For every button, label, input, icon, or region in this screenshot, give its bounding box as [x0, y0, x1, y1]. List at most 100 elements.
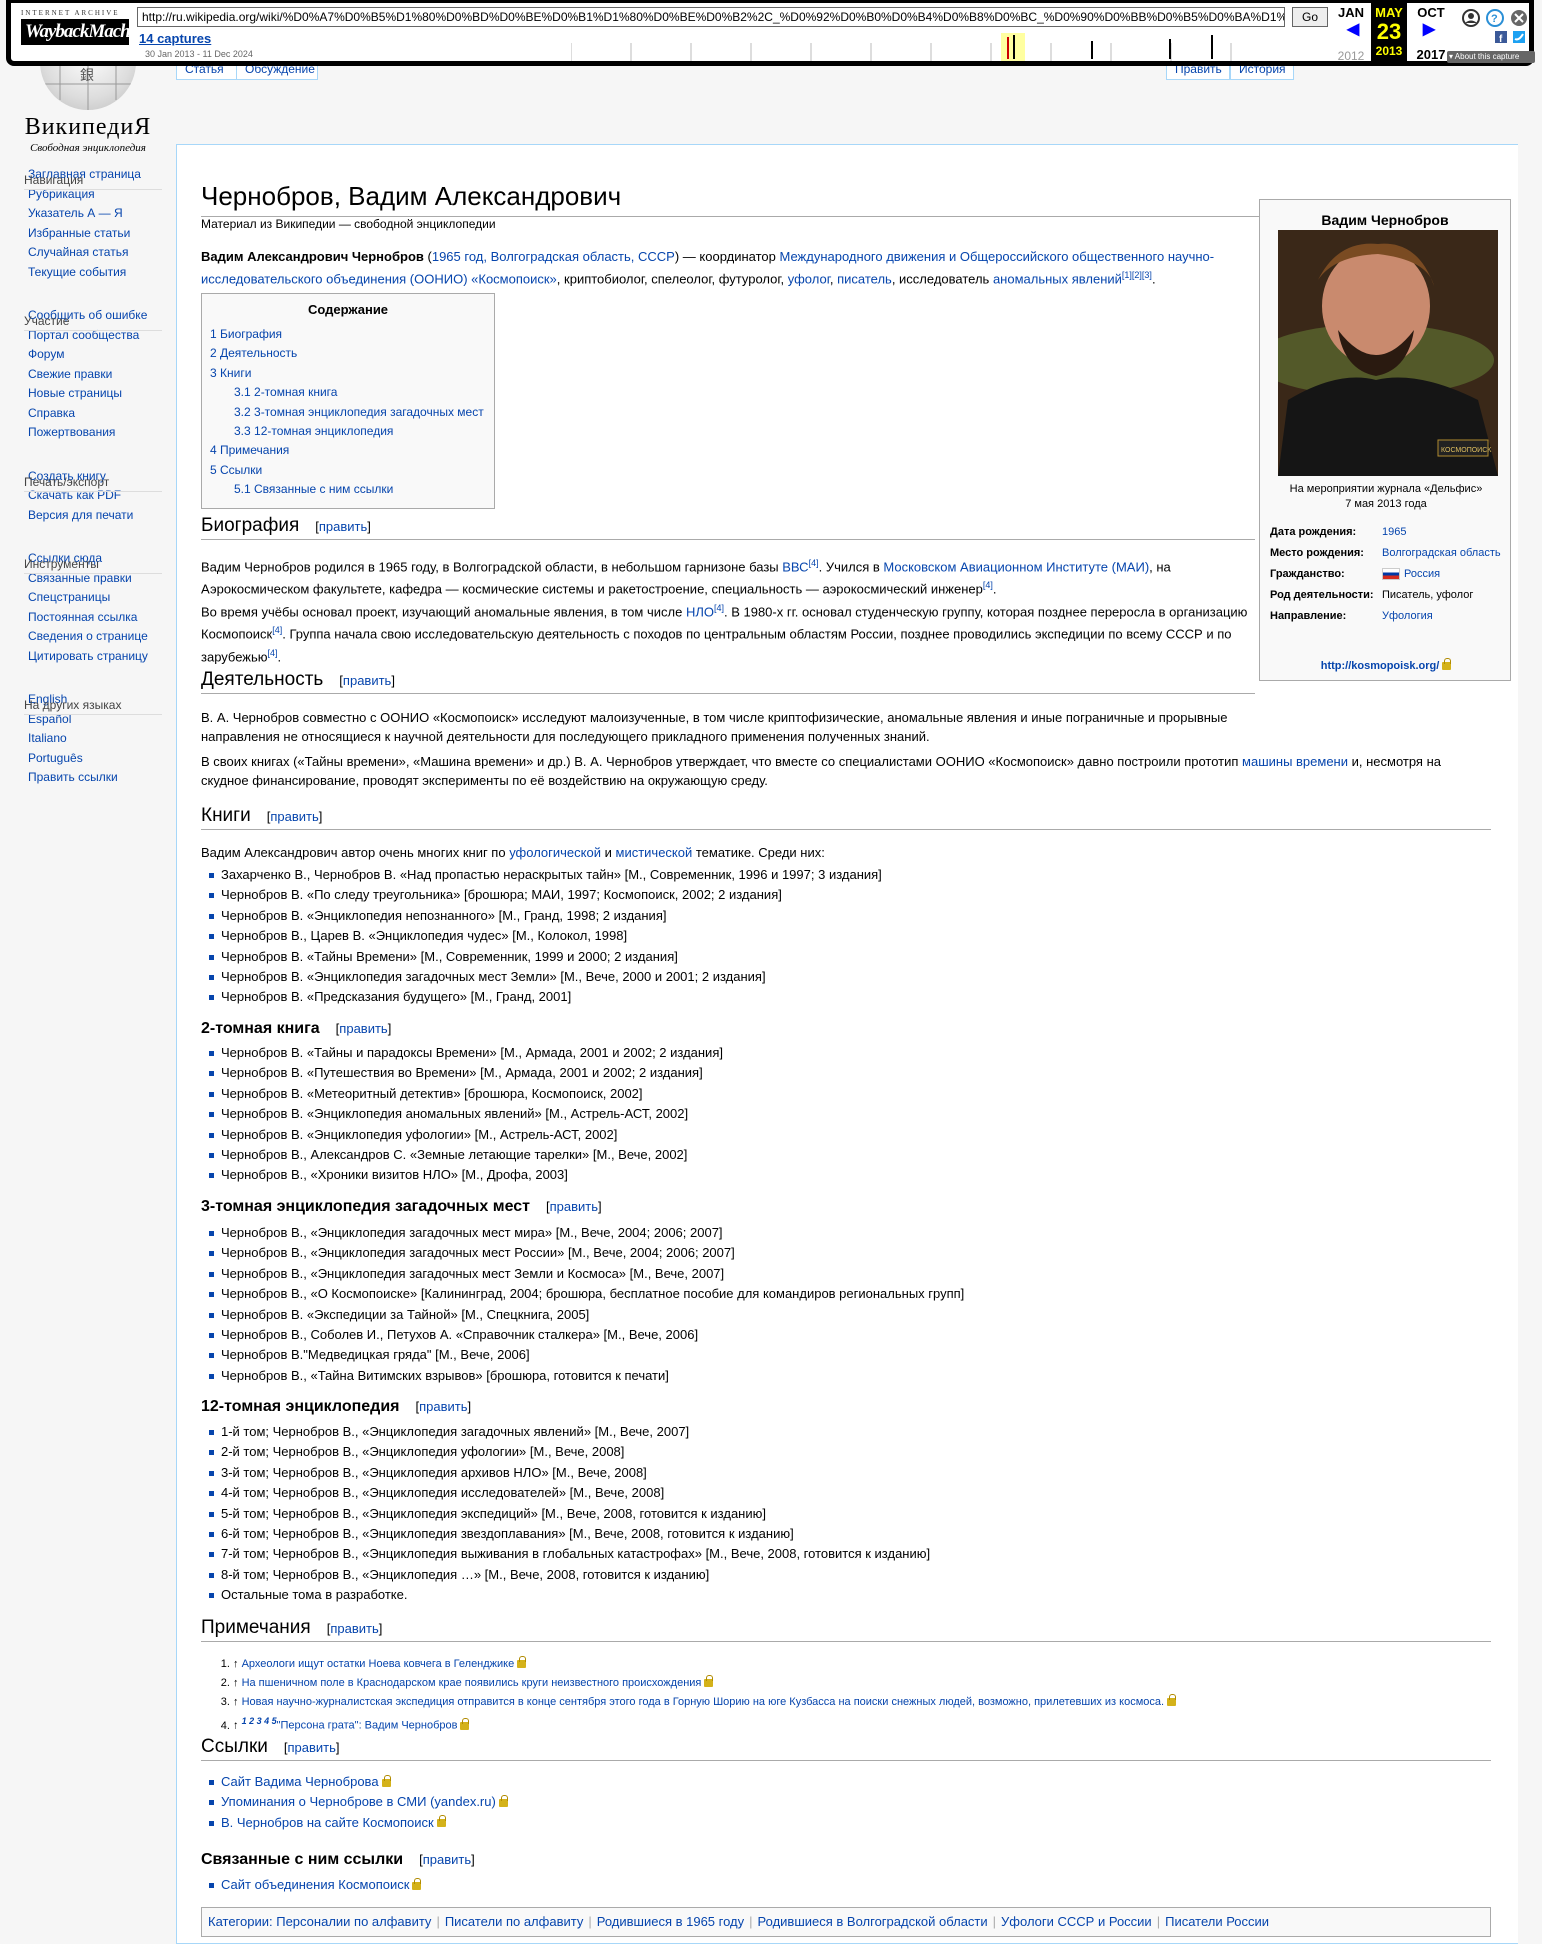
link-1965[interactable]: 1965 год: [432, 249, 484, 264]
sidebar-item[interactable]: Цитировать страницу: [28, 647, 176, 667]
link-time-machine[interactable]: машины времени: [1242, 754, 1348, 769]
ref-backlinks[interactable]: 1 2 3 4 5: [242, 1716, 277, 1726]
sidebar-item[interactable]: Сведения о странице: [28, 627, 176, 647]
wayback-captures-link[interactable]: 14 captures: [139, 31, 211, 46]
wayback-next-arrow-icon[interactable]: ▶: [1409, 19, 1449, 39]
sidebar-item[interactable]: Справка: [28, 404, 176, 424]
external-link[interactable]: Сайт объединения Космопоиск: [221, 1877, 409, 1892]
link-writer[interactable]: писатель: [837, 271, 892, 286]
ref-back-arrow[interactable]: ↑: [233, 1720, 242, 1732]
edit-link-2vol[interactable]: править: [339, 1021, 387, 1036]
wayback-prev-year[interactable]: 2012: [1331, 49, 1371, 63]
categories-label[interactable]: Категории:: [208, 1914, 273, 1929]
edit-link-biography[interactable]: править: [319, 519, 367, 534]
sidebar-item[interactable]: Новые страницы: [28, 384, 176, 404]
external-link[interactable]: В. Чернобров на сайте Космопоиск: [221, 1815, 434, 1830]
sidebar-item[interactable]: Italiano: [28, 729, 176, 749]
wayback-next-month[interactable]: OCT: [1411, 5, 1451, 20]
category-link[interactable]: Писатели России: [1165, 1914, 1269, 1929]
link-nlo[interactable]: НЛО: [686, 604, 714, 619]
sidebar-item[interactable]: Спецстраницы: [28, 588, 176, 608]
wayback-next-year[interactable]: 2017: [1411, 47, 1451, 62]
reference-link[interactable]: На пшеничном поле в Краснодарском крае п…: [242, 1677, 702, 1689]
infobox-value[interactable]: 1965: [1382, 526, 1406, 538]
toc-item[interactable]: 5 Ссылки: [210, 461, 486, 480]
sidebar-item[interactable]: Текущие события: [28, 263, 176, 283]
lead-refs[interactable]: [1][2][3]: [1122, 270, 1152, 280]
edit-link-links[interactable]: править: [288, 1740, 336, 1755]
category-link[interactable]: Персоналии по алфавиту: [276, 1914, 431, 1929]
category-link[interactable]: Родившиеся в Волгоградской области: [758, 1914, 988, 1929]
sidebar-item[interactable]: Версия для печати: [28, 506, 176, 526]
edit-link-notes[interactable]: править: [330, 1621, 378, 1636]
toc-item[interactable]: 1 Биография: [210, 325, 486, 344]
sidebar-item[interactable]: Править ссылки: [28, 768, 176, 788]
infobox-value[interactable]: Волгоградская область: [1382, 547, 1501, 559]
wayback-brand-top: INTERNET ARCHIVE: [21, 9, 120, 17]
toc-item[interactable]: 5.1 Связанные с ним ссылки: [210, 480, 486, 499]
link-anomalous[interactable]: аномальных явлений: [993, 271, 1122, 286]
infobox-value[interactable]: Уфология: [1382, 610, 1433, 622]
sidebar-item[interactable]: Избранные статьи: [28, 224, 176, 244]
edit-link-related[interactable]: править: [423, 1852, 471, 1867]
toc-item[interactable]: 3.3 12-томная энциклопедия: [210, 422, 486, 441]
ref-4[interactable]: [4]: [272, 625, 282, 635]
ref-back-arrow[interactable]: ↑: [233, 1658, 242, 1670]
link-mystical[interactable]: мистической: [616, 845, 693, 860]
sidebar-item[interactable]: Свежие правки: [28, 365, 176, 385]
toc-item[interactable]: 2 Деятельность: [210, 344, 486, 363]
toc-item[interactable]: 3.1 2-томная книга: [210, 383, 486, 402]
edit-link-activity[interactable]: править: [343, 673, 391, 688]
ref-4[interactable]: [4]: [809, 558, 819, 568]
edit-link-3vol[interactable]: править: [550, 1199, 598, 1214]
facebook-icon[interactable]: f: [1495, 31, 1507, 45]
external-link[interactable]: Сайт Вадима Черноброва: [221, 1774, 379, 1789]
wayback-prev-month[interactable]: JAN: [1331, 5, 1371, 20]
toc-item[interactable]: 4 Примечания: [210, 441, 486, 460]
category-link[interactable]: Родившиеся в 1965 году: [597, 1914, 744, 1929]
sidebar-item[interactable]: Постоянная ссылка: [28, 608, 176, 628]
user-icon[interactable]: [1462, 9, 1480, 27]
edit-link-books[interactable]: править: [270, 809, 318, 824]
link-vvs[interactable]: ВВС: [782, 559, 808, 574]
wayback-logo[interactable]: INTERNET ARCHIVE WaybackMachine: [21, 9, 152, 55]
category-link[interactable]: Писатели по алфавиту: [445, 1914, 584, 1929]
books-intro: Вадим Александрович автор очень многих к…: [201, 843, 1255, 862]
link-ussr[interactable]: СССР: [638, 249, 675, 264]
infobox-value[interactable]: Россия: [1404, 568, 1440, 580]
sidebar-item[interactable]: Форум: [28, 345, 176, 365]
sidebar-item[interactable]: Português: [28, 749, 176, 769]
ref-4[interactable]: [4]: [983, 580, 993, 590]
category-link[interactable]: Уфологи СССР и России: [1001, 1914, 1152, 1929]
ref-4[interactable]: [4]: [714, 603, 724, 613]
ref-back-arrow[interactable]: ↑: [233, 1677, 242, 1689]
sidebar-item[interactable]: Пожертвования: [28, 423, 176, 443]
sidebar-item[interactable]: Указатель А — Я: [28, 204, 176, 224]
infobox-url-link[interactable]: http://kosmopoisk.org/: [1321, 660, 1440, 672]
ref-back-arrow[interactable]: ↑: [233, 1696, 242, 1708]
ref-4[interactable]: [4]: [268, 648, 278, 658]
sidebar-portal: Участие Сообщить об ошибке Портал сообщест…: [24, 306, 176, 443]
link-ufological[interactable]: уфологической: [509, 845, 601, 860]
link-ufolog[interactable]: уфолог: [788, 271, 830, 286]
link-volgograd[interactable]: Волгоградская область: [491, 249, 631, 264]
wayback-prev-arrow-icon[interactable]: ◀: [1333, 19, 1373, 39]
reference-link[interactable]: Археологи ищут остатки Ноева ковчега в Г…: [242, 1658, 515, 1670]
reference-link[interactable]: Новая научно-журналистская экспедиция от…: [242, 1696, 1164, 1708]
close-icon[interactable]: [1511, 10, 1527, 26]
external-link[interactable]: Упоминания о Черноброве в СМИ (yandex.ru…: [221, 1794, 496, 1809]
heading-3vol-text: 3-томная энциклопедия загадочных мест: [201, 1198, 530, 1215]
toc-item[interactable]: 3 Книги: [210, 364, 486, 383]
link-mai[interactable]: Московском Авиационном Институте (МАИ): [883, 559, 1149, 574]
wayback-url-input[interactable]: http://ru.wikipedia.org/wiki/%D0%A7%D0%B…: [137, 7, 1285, 27]
wayback-sparkline[interactable]: [571, 33, 1291, 61]
reference-link[interactable]: "Персона грата": Вадим Чернобров: [277, 1720, 458, 1732]
help-icon[interactable]: ?: [1486, 9, 1504, 27]
wayback-about-capture[interactable]: ▾ About this capture: [1447, 51, 1535, 63]
infobox-photo[interactable]: КОСМОПОИСК: [1278, 230, 1498, 476]
sidebar-item[interactable]: Случайная статья: [28, 243, 176, 263]
edit-link-12vol[interactable]: править: [419, 1399, 467, 1414]
wayback-go-button[interactable]: Go: [1292, 7, 1328, 27]
twitter-icon[interactable]: [1513, 31, 1525, 43]
toc-item[interactable]: 3.2 3-томная энциклопедия загадочных мес…: [210, 403, 486, 422]
